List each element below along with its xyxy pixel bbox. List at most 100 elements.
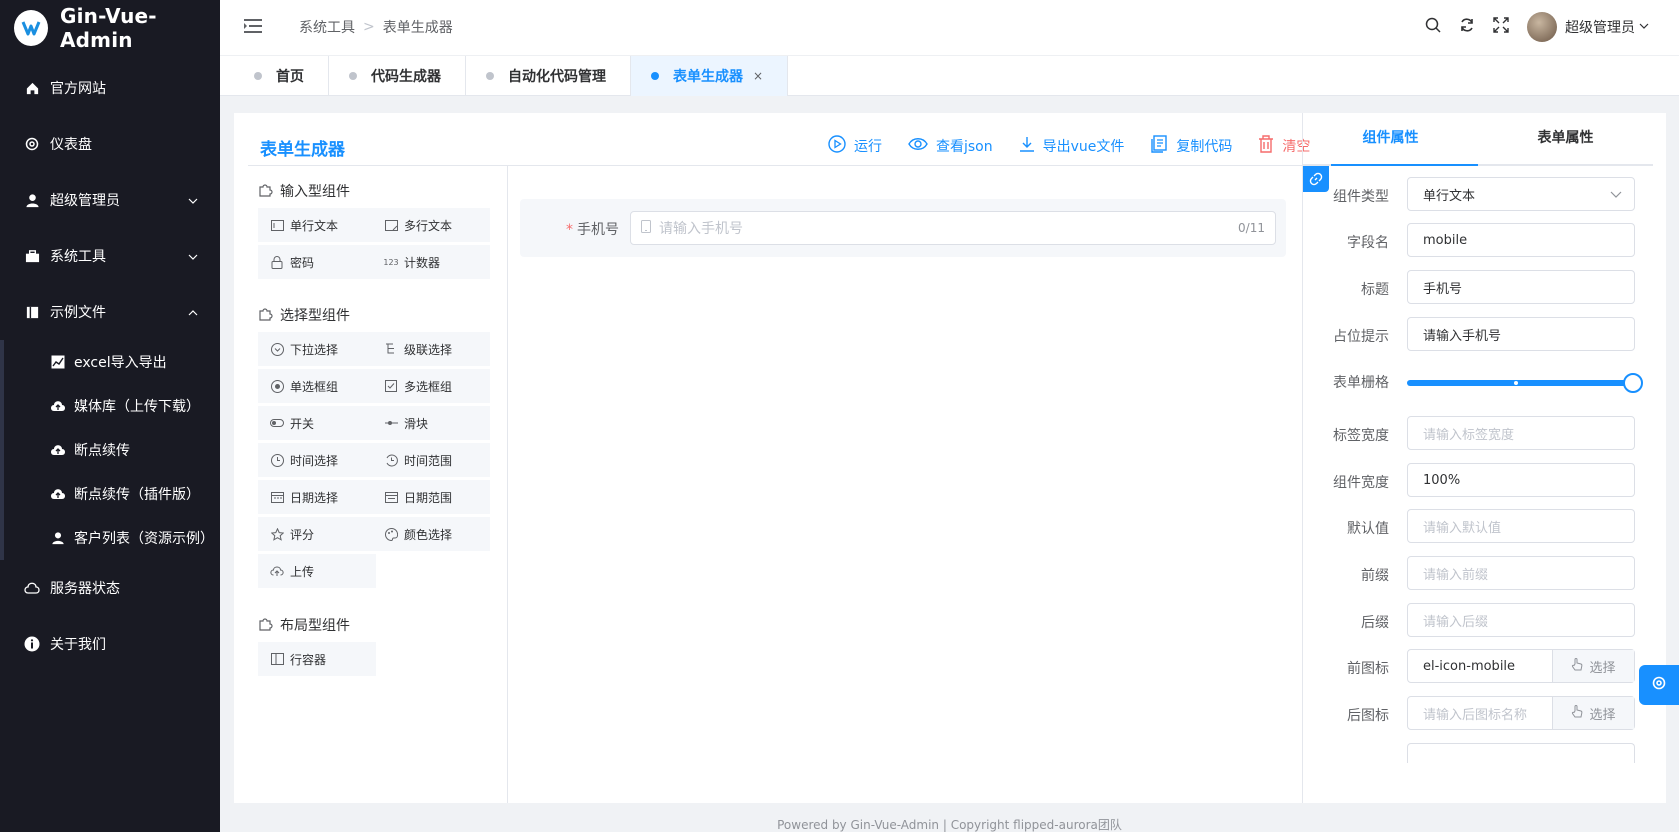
copy-code-button[interactable]: 复制代码	[1150, 135, 1232, 157]
component-label: 日期选择	[290, 490, 339, 505]
required-mark: *	[566, 222, 573, 238]
sidebar-subitem-excel[interactable]: excel导入导出	[4, 340, 220, 384]
prop-label-placeholder: 占位提示	[1333, 329, 1389, 345]
user-icon	[24, 192, 40, 208]
sidebar-item-website[interactable]: 官方网站	[0, 60, 220, 116]
number-icon: 123	[383, 257, 399, 267]
component-date[interactable]: 日期选择	[258, 480, 376, 514]
play-icon	[828, 135, 846, 157]
label-width-input[interactable]: 请输入标签宽度	[1407, 416, 1635, 450]
sidebar-item-server-status[interactable]: 服务器状态	[0, 560, 220, 616]
sidebar-item-super-admin[interactable]: 超级管理员	[0, 172, 220, 228]
group-title-layout: 布局型组件	[258, 615, 350, 635]
suffix-icon-select-button[interactable]: 选择	[1552, 697, 1634, 729]
view-json-button[interactable]: 查看json	[908, 135, 993, 157]
prop-label-suffix: 后缀	[1361, 615, 1389, 631]
prefix-icon-select-button[interactable]: 选择	[1552, 650, 1634, 682]
date-range-icon	[384, 490, 398, 504]
tab-auto-code-admin[interactable]: 自动化代码管理	[466, 56, 631, 96]
brand[interactable]: Gin-Vue-Admin	[0, 0, 220, 56]
component-time-range[interactable]: 时间范围	[372, 443, 490, 477]
tab-dot	[254, 72, 262, 80]
component-radio[interactable]: 单选框组	[258, 369, 376, 403]
prop-label-width: 组件宽度	[1333, 475, 1389, 491]
breadcrumb-separator-icon: >	[363, 19, 375, 35]
cloud-upload-icon	[50, 442, 66, 458]
suffix-icon-input[interactable]: 请输入后图标名称 选择	[1407, 696, 1635, 730]
sidebar-item-system-tools[interactable]: 系统工具	[0, 228, 220, 284]
slider-icon	[384, 416, 398, 430]
field-name-input[interactable]: mobile	[1407, 223, 1635, 257]
component-date-range[interactable]: 日期范围	[372, 480, 490, 514]
component-width-input[interactable]: 100%	[1407, 463, 1635, 497]
component-cascader[interactable]: 级联选择	[372, 332, 490, 366]
placeholder-input[interactable]: 请输入手机号	[1407, 317, 1635, 351]
user-name: 超级管理员	[1565, 20, 1635, 36]
select-label: 选择	[1589, 707, 1616, 723]
component-input[interactable]: 单行文本	[258, 208, 376, 242]
next-property-input[interactable]	[1407, 743, 1635, 763]
tab-component-props[interactable]: 组件属性	[1303, 113, 1478, 166]
component-number[interactable]: 123 计数器	[372, 245, 490, 279]
header: 系统工具 > 表单生成器 超级管理员	[220, 0, 1679, 56]
tab-dot	[349, 72, 357, 80]
tab-form-props[interactable]: 表单属性	[1478, 113, 1653, 164]
default-value-input[interactable]: 请输入默认值	[1407, 509, 1635, 543]
component-label: 单行文本	[290, 218, 339, 233]
field-label-text: 手机号	[577, 222, 619, 238]
grid-slider[interactable]	[1407, 380, 1635, 386]
prop-label-field: 字段名	[1347, 235, 1389, 251]
grid-slider-handle[interactable]	[1623, 373, 1643, 393]
search-icon[interactable]	[1425, 17, 1441, 37]
canvas-field-row[interactable]: * 手机号 请输入手机号 0/11	[520, 189, 1504, 257]
component-password[interactable]: 密码	[258, 245, 376, 279]
component-label: 滑块	[404, 416, 429, 431]
logo-icon	[14, 10, 48, 46]
component-checkbox[interactable]: 多选框组	[372, 369, 490, 403]
fullscreen-icon[interactable]	[1493, 17, 1509, 37]
sidebar-subitem-customers[interactable]: 客户列表（资源示例）	[4, 516, 220, 560]
component-switch[interactable]: 开关	[258, 406, 376, 440]
component-type-select[interactable]: 单行文本	[1407, 177, 1635, 211]
component-upload[interactable]: 上传	[258, 554, 376, 588]
component-slider[interactable]: 滑块	[372, 406, 490, 440]
avatar[interactable]	[1527, 12, 1557, 42]
prop-label-title: 标题	[1361, 282, 1389, 298]
info-icon	[24, 636, 40, 652]
component-time[interactable]: 时间选择	[258, 443, 376, 477]
component-row[interactable]: 行容器	[258, 642, 376, 676]
breadcrumb-item[interactable]: 系统工具	[299, 17, 355, 37]
sidebar-subitem-media[interactable]: 媒体库（上传下载）	[4, 384, 220, 428]
refresh-icon[interactable]	[1459, 17, 1475, 37]
sidebar-item-examples[interactable]: 示例文件	[0, 284, 220, 340]
component-select[interactable]: 下拉选择	[258, 332, 376, 366]
close-icon[interactable]: ×	[753, 69, 763, 83]
sidebar-item-about[interactable]: 关于我们	[0, 616, 220, 672]
prefix-icon-input[interactable]: el-icon-mobile 选择	[1407, 649, 1635, 683]
sidebar-item-dashboard[interactable]: 仪表盘	[0, 116, 220, 172]
menu-toggle-icon[interactable]	[244, 18, 262, 38]
suffix-input[interactable]: 请输入后缀	[1407, 603, 1635, 637]
sidebar-subitem-resume-plugin[interactable]: 断点续传（插件版）	[4, 472, 220, 516]
user-menu[interactable]: 超级管理员	[1565, 17, 1649, 37]
tab-form-generator[interactable]: 表单生成器 ×	[631, 56, 789, 96]
tab-code-generator[interactable]: 代码生成器	[329, 56, 466, 96]
sidebar-subitem-label: 客户列表（资源示例）	[74, 531, 214, 547]
chart-icon	[50, 354, 66, 370]
settings-button[interactable]	[1639, 665, 1679, 705]
sidebar-subitem-resume[interactable]: 断点续传	[4, 428, 220, 472]
mobile-input[interactable]: 请输入手机号 0/11	[630, 211, 1276, 245]
slider-stop	[1514, 381, 1518, 385]
lock-icon	[270, 255, 284, 269]
component-color[interactable]: 颜色选择	[372, 517, 490, 551]
run-button[interactable]: 运行	[828, 135, 882, 157]
prefix-input[interactable]: 请输入前缀	[1407, 556, 1635, 590]
component-textarea[interactable]: 多行文本	[372, 208, 490, 242]
field-label: * 手机号	[566, 219, 619, 239]
export-vue-button[interactable]: 导出vue文件	[1019, 135, 1124, 157]
tab-home[interactable]: 首页	[234, 56, 329, 96]
component-rate[interactable]: 评分	[258, 517, 376, 551]
group-title-input: 输入型组件	[258, 181, 350, 201]
title-input[interactable]: 手机号	[1407, 270, 1635, 304]
component-label: 单选框组	[290, 379, 339, 394]
